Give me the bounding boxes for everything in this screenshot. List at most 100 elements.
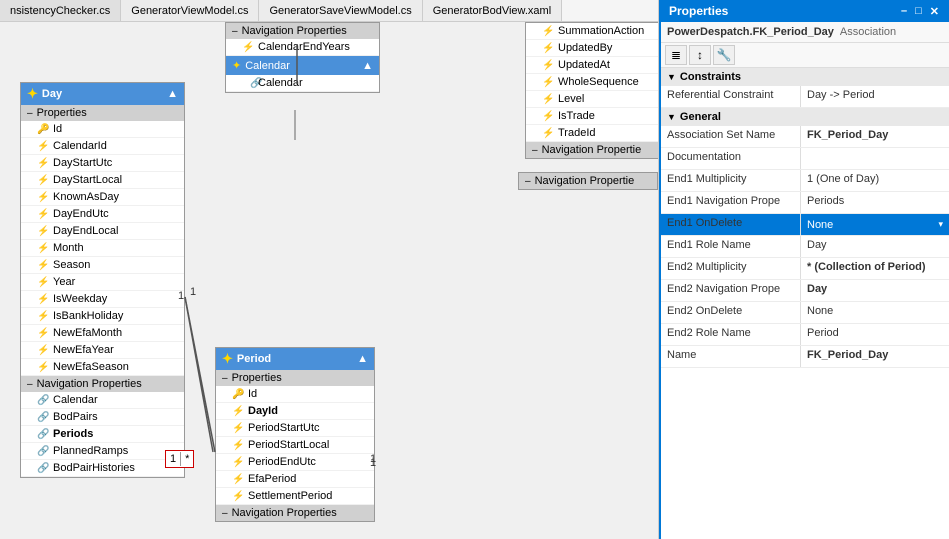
day-prop-nefas: ⚡ NewEfaSeason bbox=[21, 359, 184, 376]
day-nav-bodpairhist: 🔗 BodPairHistories bbox=[21, 460, 184, 477]
entity-period-icon: ✦ bbox=[222, 351, 233, 367]
prop-icon-month: ⚡ bbox=[37, 243, 49, 254]
period-prop-sp-label: SettlementPeriod bbox=[248, 490, 332, 502]
right-prop-sa: ⚡ SummationAction bbox=[526, 23, 658, 40]
day-nav-bph-label: BodPairHistories bbox=[53, 462, 135, 474]
props-row-end1navprop: End1 Navigation Prope Periods bbox=[661, 192, 949, 214]
props-tool-settings[interactable]: 🔧 bbox=[713, 45, 735, 65]
cal-nav-section: Navigation Properties bbox=[226, 23, 379, 39]
right-icon-ub: ⚡ bbox=[542, 43, 554, 54]
day-prop-isweekday: ⚡ IsWeekday bbox=[21, 291, 184, 308]
nav-icon-endyears: ⚡ bbox=[242, 42, 254, 53]
right-prop-ws-label: WholeSequence bbox=[558, 76, 639, 88]
prop-icon-nefay: ⚡ bbox=[37, 345, 49, 356]
props-row-documentation: Documentation bbox=[661, 148, 949, 170]
period-prop-dayid: ⚡ DayId bbox=[216, 403, 374, 420]
entity-day-expand[interactable]: ▲ bbox=[167, 88, 178, 100]
prop-icon-nefam: ⚡ bbox=[37, 328, 49, 339]
props-key-documentation: Documentation bbox=[661, 148, 801, 169]
cal-nav-sub-label: Calendar bbox=[258, 77, 303, 89]
end1ondelete-dropdown-arrow[interactable]: ▾ bbox=[938, 219, 943, 230]
day-prop-season: ⚡ Season bbox=[21, 257, 184, 274]
props-section-constraints[interactable]: Constraints bbox=[661, 68, 949, 86]
day-prop-season-label: Season bbox=[53, 259, 90, 271]
props-content: Constraints Referential Constraint Day -… bbox=[661, 68, 949, 539]
diagram-canvas: ✦ Day ▲ Properties 🔑 Id ⚡ CalendarId ⚡ D… bbox=[0, 22, 658, 539]
prop-icon-sp: ⚡ bbox=[232, 491, 244, 502]
prop-icon-kad: ⚡ bbox=[37, 192, 49, 203]
day-prop-iswd-label: IsWeekday bbox=[53, 293, 107, 305]
diagram-area: nsistencyChecker.cs GeneratorViewModel.c… bbox=[0, 0, 659, 539]
props-title: Properties bbox=[669, 4, 728, 18]
period-prop-sp: ⚡ SettlementPeriod bbox=[216, 488, 374, 505]
entity-day-title: Day bbox=[42, 88, 62, 100]
props-key-end1mult: End1 Multiplicity bbox=[661, 170, 801, 191]
prop-icon-efa: ⚡ bbox=[232, 474, 244, 485]
right-prop-level-label: Level bbox=[558, 93, 584, 105]
tab-1[interactable]: GeneratorViewModel.cs bbox=[121, 0, 259, 21]
day-prop-nefay: ⚡ NewEfaYear bbox=[21, 342, 184, 359]
day-prop-calendarid-label: CalendarId bbox=[53, 140, 107, 152]
right-prop-ua-label: UpdatedAt bbox=[558, 59, 610, 71]
props-val-end2ondelete: None bbox=[801, 302, 949, 323]
tab-2[interactable]: GeneratorSaveViewModel.cs bbox=[259, 0, 422, 21]
props-row-refconstraint: Referential Constraint Day -> Period bbox=[661, 86, 949, 108]
props-key-end2ondelete: End2 OnDelete bbox=[661, 302, 801, 323]
day-nav-section: Navigation Properties bbox=[21, 376, 184, 392]
calendar-expand[interactable]: ▲ bbox=[362, 60, 373, 72]
props-tool-list[interactable]: ≣ bbox=[665, 45, 687, 65]
right-prop-sa-label: SummationAction bbox=[558, 25, 644, 37]
entity-navprop-right: Navigation Propertie bbox=[518, 172, 658, 190]
prop-icon-psl: ⚡ bbox=[232, 440, 244, 451]
prop-icon-psu: ⚡ bbox=[232, 423, 244, 434]
props-key-end2rolename: End2 Role Name bbox=[661, 324, 801, 345]
day-nav-plannedramps: 🔗 PlannedRamps bbox=[21, 443, 184, 460]
day-prop-year-label: Year bbox=[53, 276, 75, 288]
props-key-end1ondelete: End1 OnDelete bbox=[661, 214, 801, 235]
cal-nav-endyears-label: CalendarEndYears bbox=[258, 41, 350, 53]
period-prop-peu: ⚡ PeriodEndUtc bbox=[216, 454, 374, 471]
right-icon-tradeid: ⚡ bbox=[542, 128, 554, 139]
prop-icon-season: ⚡ bbox=[37, 260, 49, 271]
day-prop-deu-label: DayEndUtc bbox=[53, 208, 109, 220]
props-maximize-btn[interactable]: □ bbox=[913, 5, 924, 18]
mult-connector-label: 1 bbox=[370, 457, 376, 469]
right-prop-level: ⚡ Level bbox=[526, 91, 658, 108]
props-row-end2rolename: End2 Role Name Period bbox=[661, 324, 949, 346]
prop-icon-year: ⚡ bbox=[37, 277, 49, 288]
props-key-end2navprop: End2 Navigation Prope bbox=[661, 280, 801, 301]
popup-right: * bbox=[185, 453, 189, 465]
props-row-assocsetname: Association Set Name FK_Period_Day bbox=[661, 126, 949, 148]
props-close-btn[interactable]: ✕ bbox=[928, 5, 941, 18]
props-minus-btn[interactable]: – bbox=[899, 5, 909, 18]
right-icon-ws: ⚡ bbox=[542, 77, 554, 88]
cal-nav-sub: 🔗 Calendar bbox=[226, 75, 379, 92]
props-tool-sort[interactable]: ↕ bbox=[689, 45, 711, 65]
day-prop-dsu-label: DayStartUtc bbox=[53, 157, 112, 169]
right-icon-istrade: ⚡ bbox=[542, 111, 554, 122]
navprop-right-header: Navigation Propertie bbox=[519, 173, 657, 189]
entity-calendar: Navigation Properties ⚡ CalendarEndYears… bbox=[225, 22, 380, 93]
tab-3[interactable]: GeneratorBodView.xaml bbox=[423, 0, 562, 21]
entity-period-expand[interactable]: ▲ bbox=[357, 353, 368, 365]
period-props-section: Properties bbox=[216, 370, 374, 386]
day-prop-isbankholiday: ⚡ IsBankHoliday bbox=[21, 308, 184, 325]
right-prop-istrade: ⚡ IsTrade bbox=[526, 108, 658, 125]
popup-box: 1 * bbox=[165, 450, 194, 468]
props-object-type: Association bbox=[840, 26, 896, 38]
prop-icon-dayid: ⚡ bbox=[232, 406, 244, 417]
prop-icon-deu: ⚡ bbox=[37, 209, 49, 220]
props-key-end2mult: End2 Multiplicity bbox=[661, 258, 801, 279]
right-icon-sa: ⚡ bbox=[542, 26, 554, 37]
props-val-end1navprop: Periods bbox=[801, 192, 949, 213]
props-key-refconstraint: Referential Constraint bbox=[661, 86, 801, 107]
calendar-title: Calendar bbox=[245, 60, 290, 72]
day-nav-calendar-label: Calendar bbox=[53, 394, 98, 406]
entity-period-title: Period bbox=[237, 353, 271, 365]
props-row-end1ondelete[interactable]: End1 OnDelete None ▾ bbox=[661, 214, 949, 236]
props-section-general[interactable]: General bbox=[661, 108, 949, 126]
day-prop-daystartutc: ⚡ DayStartUtc bbox=[21, 155, 184, 172]
nav-icon-calendar: 🔗 bbox=[37, 395, 49, 406]
props-val-end1ondelete: None ▾ bbox=[801, 214, 949, 235]
tab-0[interactable]: nsistencyChecker.cs bbox=[0, 0, 121, 21]
